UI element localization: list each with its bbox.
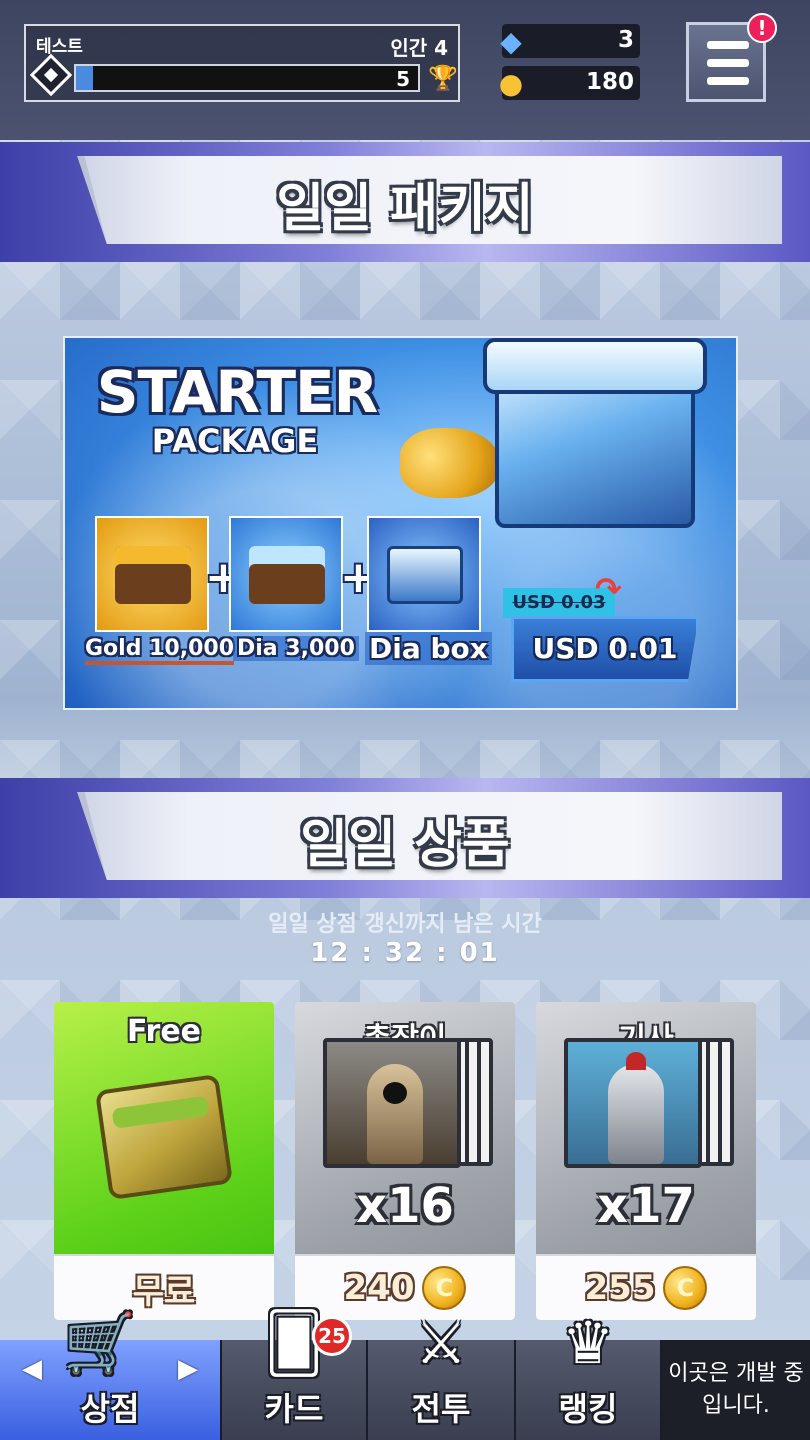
product-name: Free	[126, 1014, 202, 1049]
rank-diamond-icon	[29, 53, 73, 97]
daily-package-header: 일일 패키지	[0, 142, 810, 262]
gunner-figure	[367, 1064, 423, 1164]
diamond-icon: ◆	[500, 24, 522, 58]
player-level: 5	[396, 67, 410, 91]
dia-box-art	[475, 338, 715, 548]
gold-coin-icon: ●	[498, 66, 524, 100]
nav-cards-label: 카드	[264, 1390, 324, 1428]
next-arrow-icon[interactable]: ▶	[178, 1354, 198, 1384]
nav-shop[interactable]: ◀ ▶ 🛒 상점	[0, 1314, 222, 1440]
price-label: 무료	[132, 1271, 196, 1312]
refresh-timer: 12 : 32 : 01	[310, 938, 500, 968]
card-quantity: x16	[356, 1178, 454, 1234]
starter-package-banner[interactable]: STARTER PACKAGE + + Gold 10,000 Dia 3,00…	[63, 336, 738, 710]
buy-starter-button[interactable]: USD 0.01	[511, 616, 699, 682]
product-free-chest[interactable]: Free 무료	[54, 1002, 274, 1320]
gold-cart-icon	[115, 546, 191, 604]
menu-button[interactable]: !	[686, 13, 777, 102]
daily-goods-header: 일일 상품	[0, 778, 810, 898]
cards-count-badge: 25	[312, 1316, 352, 1356]
card-quantity: x17	[597, 1178, 695, 1234]
gold-cart-tile	[95, 516, 209, 632]
price-value: 240	[343, 1268, 415, 1308]
xp-bar: 5	[74, 64, 420, 92]
crossed-swords-icon: ⚔	[415, 1309, 467, 1377]
bottom-nav: ◀ ▶ 🛒 상점 🂠 25 카드 ⚔ 전투 ♛ 랭킹 이곳은 개발 중입니다.	[0, 1314, 810, 1440]
cart-icon: 🛒	[63, 1309, 137, 1377]
diamond-counter: ◆ 3	[500, 24, 640, 58]
nav-cards[interactable]: 🂠 25 카드	[222, 1314, 368, 1440]
product-knight-cards[interactable]: 기사 x17 255 C	[536, 1002, 756, 1320]
refresh-timer-label: 일일 상점 갱신까지 남은 시간	[268, 912, 542, 937]
nav-shop-label: 상점	[80, 1390, 140, 1428]
knight-figure	[608, 1052, 664, 1164]
top-hud: 테스트 인간 4 5 🏆 ◆ 3 ● 180 !	[0, 0, 810, 140]
dia-amount-label: Dia 3,000	[233, 636, 359, 661]
xp-fill	[76, 66, 94, 90]
nav-ranking[interactable]: ♛ 랭킹	[516, 1314, 662, 1440]
gold-amount-label: Gold 10,000	[85, 636, 235, 665]
gold-value: 180	[585, 69, 634, 95]
card-stack	[323, 1038, 493, 1168]
buy-gunner-button[interactable]: 240 C	[295, 1254, 515, 1320]
dia-box-icon	[387, 546, 463, 604]
ranking-crown-icon: ♛	[562, 1309, 614, 1377]
diamond-value: 3	[617, 27, 634, 53]
dia-cart-tile	[229, 516, 343, 632]
trophy-icon: 🏆	[428, 64, 458, 92]
starter-title: STARTER	[96, 358, 379, 426]
dev-notice: 이곳은 개발 중입니다.	[662, 1340, 810, 1440]
gold-coin-icon: C	[422, 1266, 467, 1310]
dia-cart-icon	[249, 546, 325, 604]
menu-alert-badge: !	[747, 13, 777, 43]
daily-goods-title: 일일 상품	[300, 815, 510, 875]
dia-box-tile	[367, 516, 481, 632]
nav-ranking-label: 랭킹	[558, 1390, 618, 1428]
gold-counter: ● 180	[499, 66, 640, 100]
gunner-card-art	[323, 1038, 461, 1168]
player-name: 테스트	[36, 37, 83, 57]
product-gunner-cards[interactable]: 총잡이 x16 240 C	[295, 1002, 515, 1320]
package-subtitle: PACKAGE	[151, 422, 319, 460]
discount-arrow-icon: ↷	[595, 570, 622, 608]
knight-card-art	[564, 1038, 702, 1168]
hamburger-line	[707, 77, 749, 85]
hamburger-line	[707, 41, 749, 49]
daily-package-title: 일일 패키지	[276, 179, 534, 239]
price-value: 255	[584, 1268, 656, 1308]
box-lid	[483, 338, 707, 394]
hamburger-line	[707, 59, 749, 67]
prev-arrow-icon[interactable]: ◀	[22, 1354, 42, 1384]
player-class: 인간 4	[390, 36, 448, 60]
player-profile[interactable]: 테스트 인간 4 5 🏆	[24, 24, 460, 102]
chest-icon	[94, 1073, 234, 1201]
nav-battle[interactable]: ⚔ 전투	[368, 1314, 516, 1440]
nav-battle-label: 전투	[411, 1390, 471, 1428]
gold-coin-icon: C	[663, 1266, 708, 1310]
dia-box-label: Dia box	[365, 632, 492, 665]
card-stack	[564, 1038, 734, 1168]
